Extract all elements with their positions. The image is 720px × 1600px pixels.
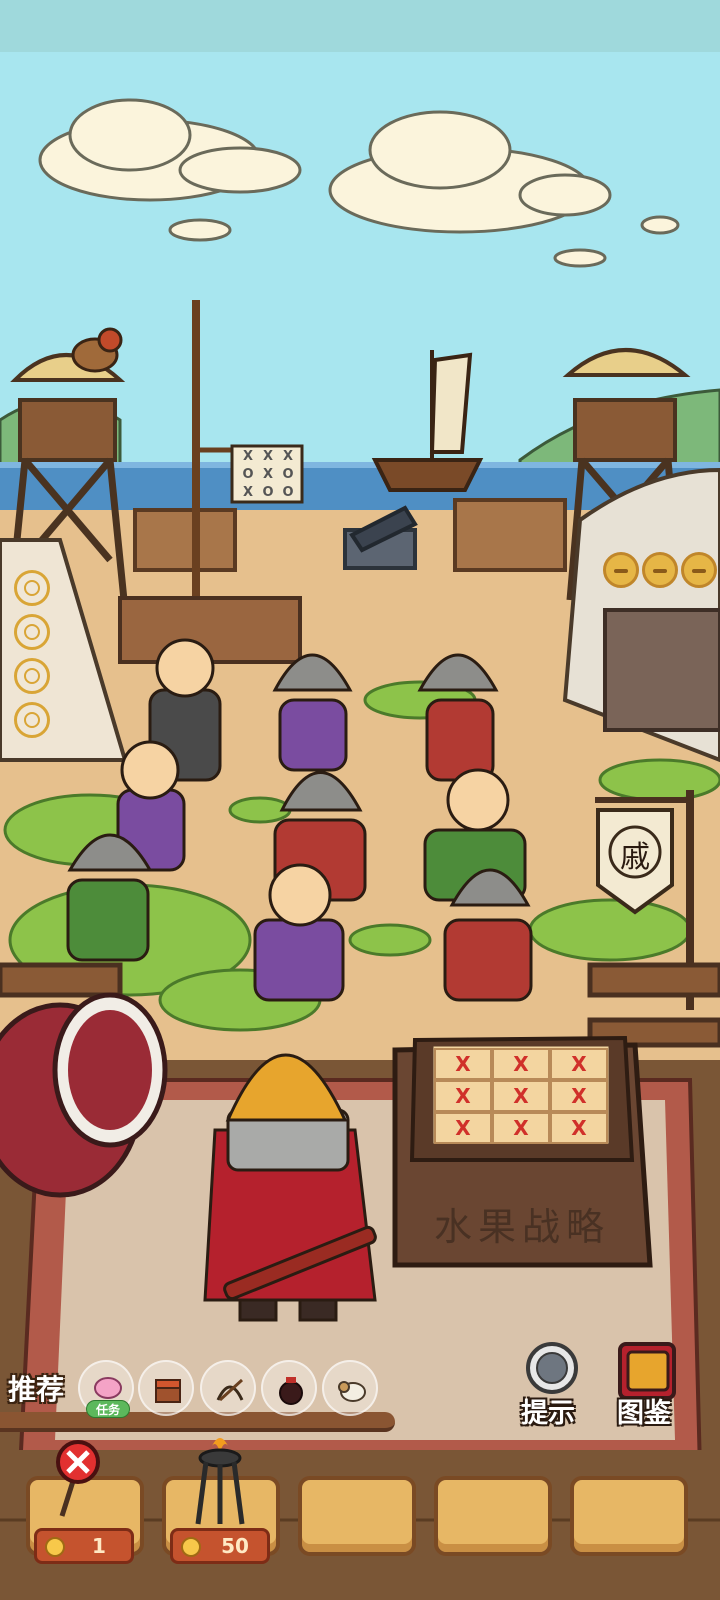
board-grid[interactable]: X X X X X X X X X [434,1048,608,1144]
board-cell[interactable]: X [550,1048,608,1080]
board-cell[interactable]: X [492,1112,550,1144]
flag-mark: O [282,485,294,500]
emote-face-icon [24,624,40,640]
brazier-icon [195,1438,245,1525]
hint-button[interactable]: 提示 [508,1340,588,1430]
cost-value: 1 [92,1534,106,1558]
cost-value: 50 [221,1534,249,1558]
recommend-item-crossbow[interactable] [200,1360,256,1416]
cost-tag-2: 50 [170,1528,270,1564]
codex-button[interactable]: 图鉴 [604,1340,684,1430]
item-slot-row: 1 50 [0,1438,720,1600]
emote-icon-2[interactable] [14,614,50,650]
emote-face-icon [24,668,40,684]
magnifier-icon [526,1342,578,1394]
board-cell[interactable]: X [492,1048,550,1080]
emote-face-icon [24,712,40,728]
emote-icon-4[interactable] [14,702,50,738]
recommend-item-ram[interactable] [322,1360,378,1416]
emote-icon-1[interactable] [14,570,50,606]
yurt-emote-icon-1[interactable] [603,552,639,588]
banner-glyph: 戚 [620,840,650,875]
task-badge: 任务 [86,1400,130,1418]
yurt-emote-icon-3[interactable] [681,552,717,588]
flag-marks: X X X O X O X O O [238,448,298,502]
item-slot-5[interactable] [570,1476,688,1556]
no-entry-icon [56,1440,100,1517]
board-cell[interactable]: X [550,1112,608,1144]
recommend-item-wine-jar[interactable] [261,1360,317,1416]
board-cell[interactable]: X [550,1080,608,1112]
flag-mark: O [282,467,294,482]
cost-tag-1: 1 [34,1528,134,1564]
yurt-emote-icon-2[interactable] [642,552,678,588]
recommend-item-chest[interactable] [138,1360,194,1416]
flag-mark: X [262,449,274,464]
codex-label: 图鉴 [617,1398,671,1429]
recommend-item-brain[interactable]: 任务 [78,1360,134,1418]
coin-icon [181,1537,201,1557]
ram-icon [338,1381,366,1402]
treasure-chest-icon [155,1379,181,1403]
flag-mark: X [262,467,274,482]
flag-mark: O [242,467,254,482]
board-cell[interactable]: X [434,1112,492,1144]
recommend-shelf [0,1412,395,1432]
emote-icon-3[interactable] [14,658,50,694]
wine-jar-icon [279,1377,303,1405]
hint-label: 提示 [521,1398,575,1429]
board-cell[interactable]: X [492,1080,550,1112]
board-title: 水果战略 [433,1205,610,1249]
flag-mark: X [282,449,294,464]
emote-face-icon [24,580,40,596]
game-scene: X X X O X O X O O 戚 X X X X X X X X X 水果… [0,0,720,1600]
flag-mark: X [242,485,254,500]
item-slot-4[interactable] [434,1476,552,1556]
crossbow-icon [216,1378,244,1402]
flag-mark: O [262,485,274,500]
recommend-label: 推荐 [8,1373,65,1406]
board-cell[interactable]: X [434,1080,492,1112]
item-slot-3[interactable] [298,1476,416,1556]
coin-icon [45,1537,65,1557]
flag-mark: X [242,449,254,464]
board-cell[interactable]: X [434,1048,492,1080]
